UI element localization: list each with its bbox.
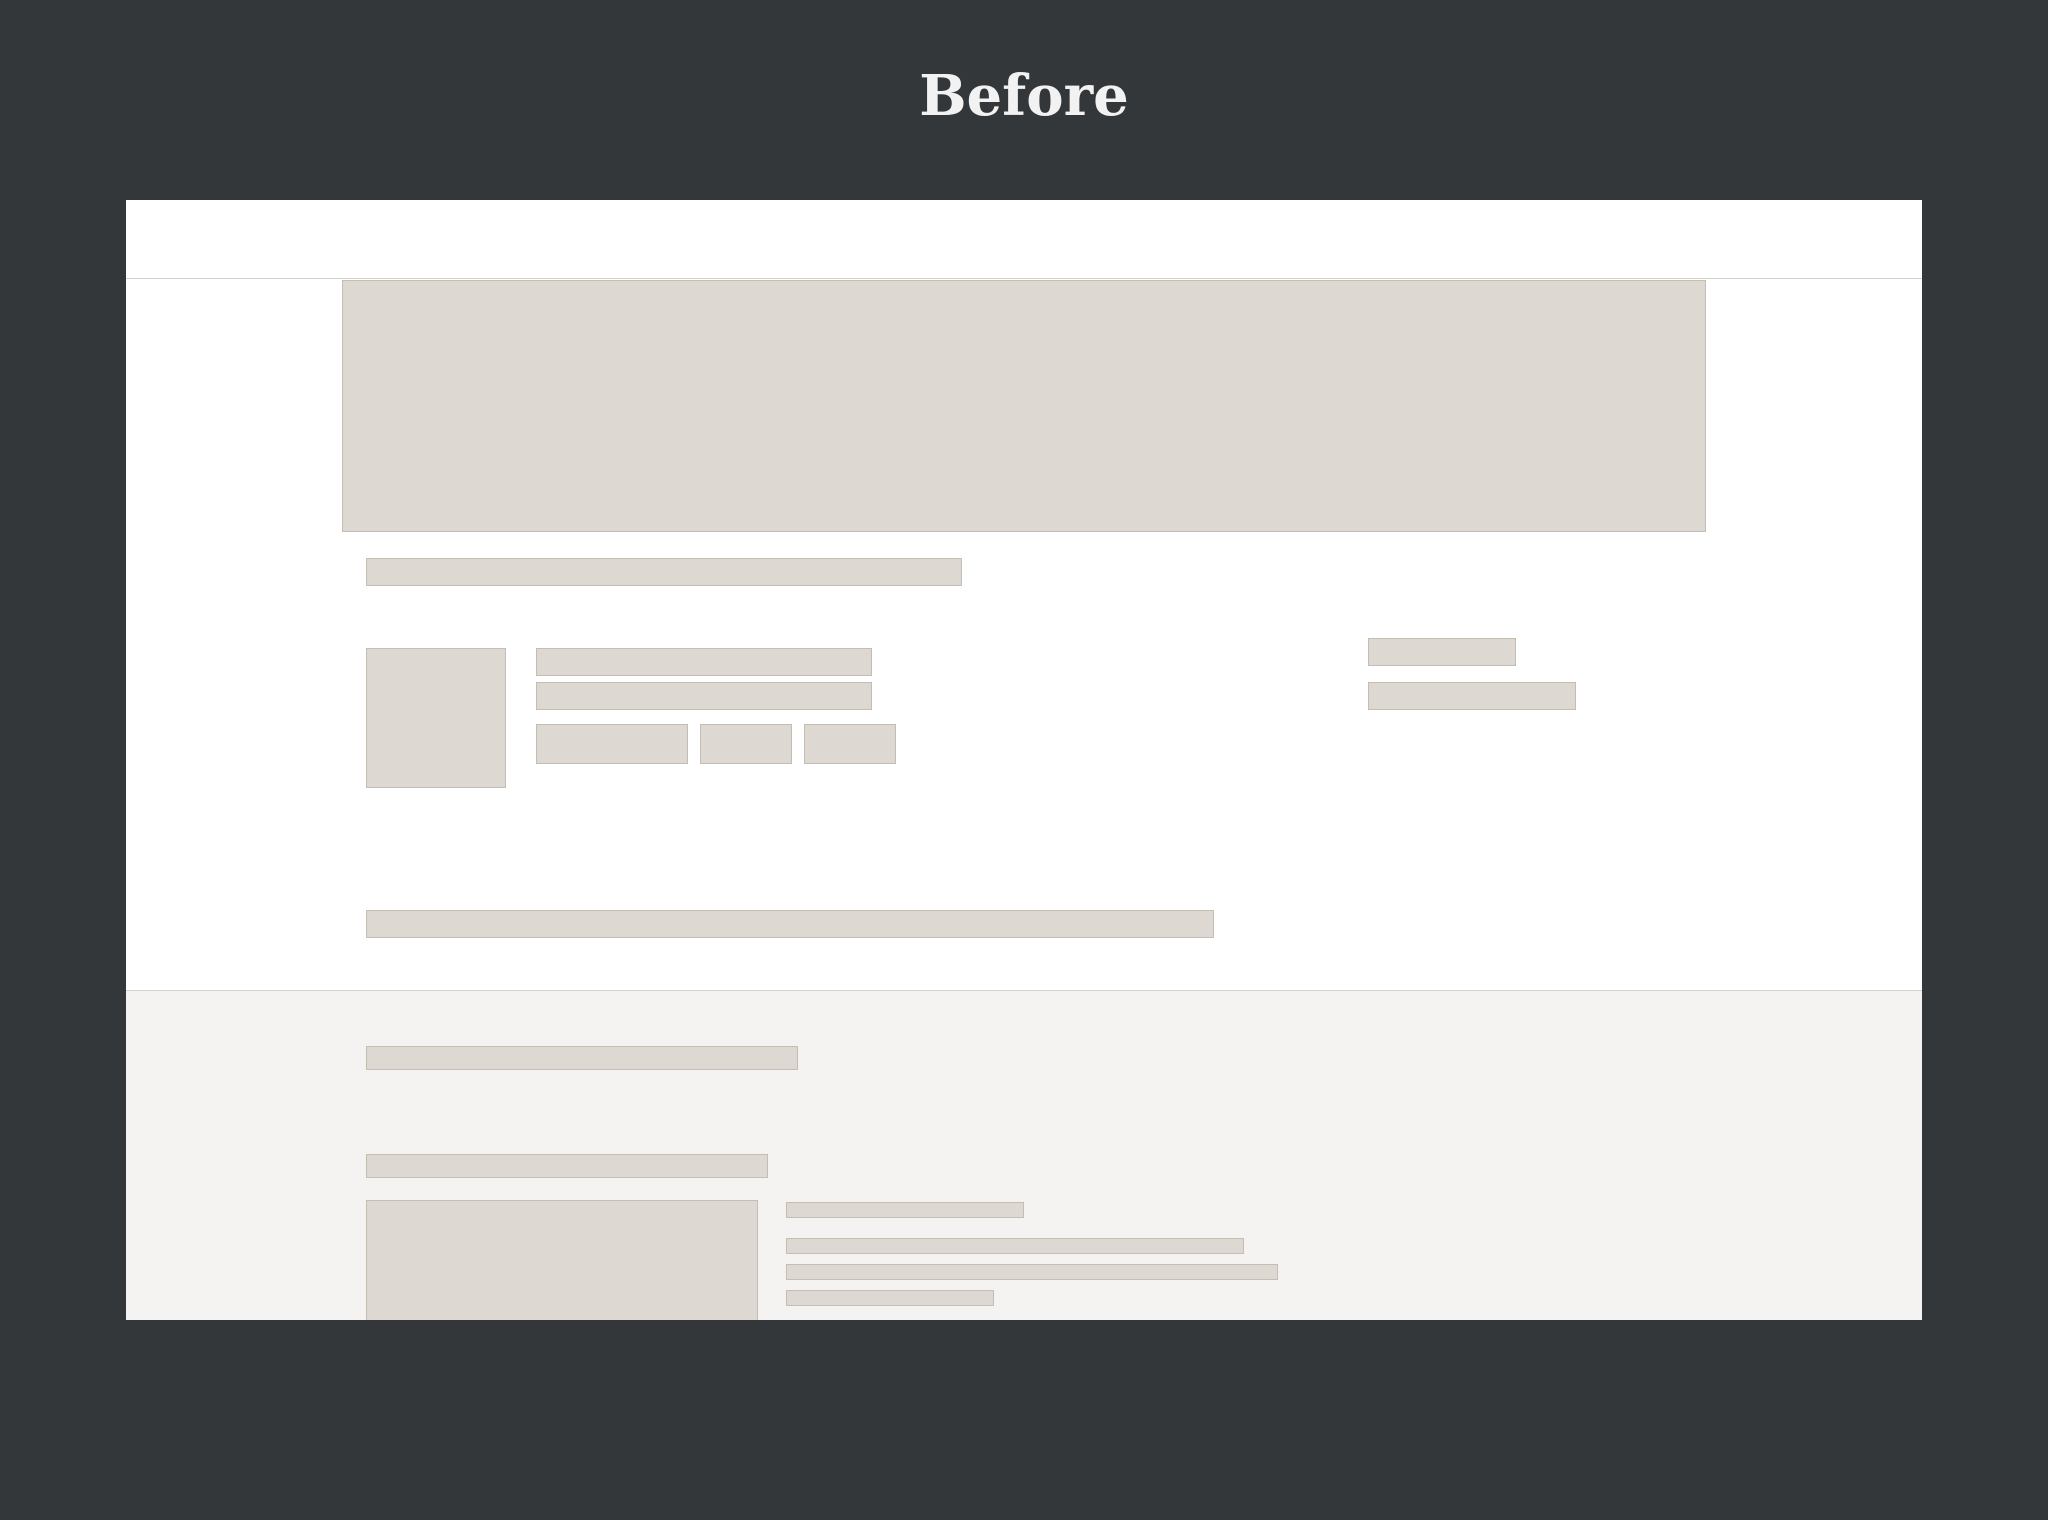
page-title-placeholder (366, 558, 962, 586)
profile-name-placeholder (536, 648, 872, 676)
page-mockup-frame (126, 200, 1922, 1320)
profile-avatar-placeholder (366, 648, 506, 788)
card-text-line-placeholder-2 (786, 1264, 1278, 1280)
sidebar-line-placeholder-1 (1368, 638, 1516, 666)
action-button-placeholder-3[interactable] (804, 724, 896, 764)
card-heading-placeholder (366, 1154, 768, 1178)
hero-banner-placeholder (342, 280, 1706, 532)
comparison-heading: Before (919, 63, 1129, 129)
action-button-placeholder-1[interactable] (536, 724, 688, 764)
profile-subtitle-placeholder (536, 682, 872, 710)
description-line-placeholder (366, 910, 1214, 938)
card-text-line-placeholder-3 (786, 1290, 994, 1306)
card-text-line-placeholder-1 (786, 1238, 1244, 1254)
sidebar-line-placeholder-2 (1368, 682, 1576, 710)
card-title-placeholder (786, 1202, 1024, 1218)
section-heading-placeholder (366, 1046, 798, 1070)
action-button-placeholder-2[interactable] (700, 724, 792, 764)
card-image-placeholder (366, 1200, 758, 1320)
site-header-bar (126, 200, 1922, 279)
